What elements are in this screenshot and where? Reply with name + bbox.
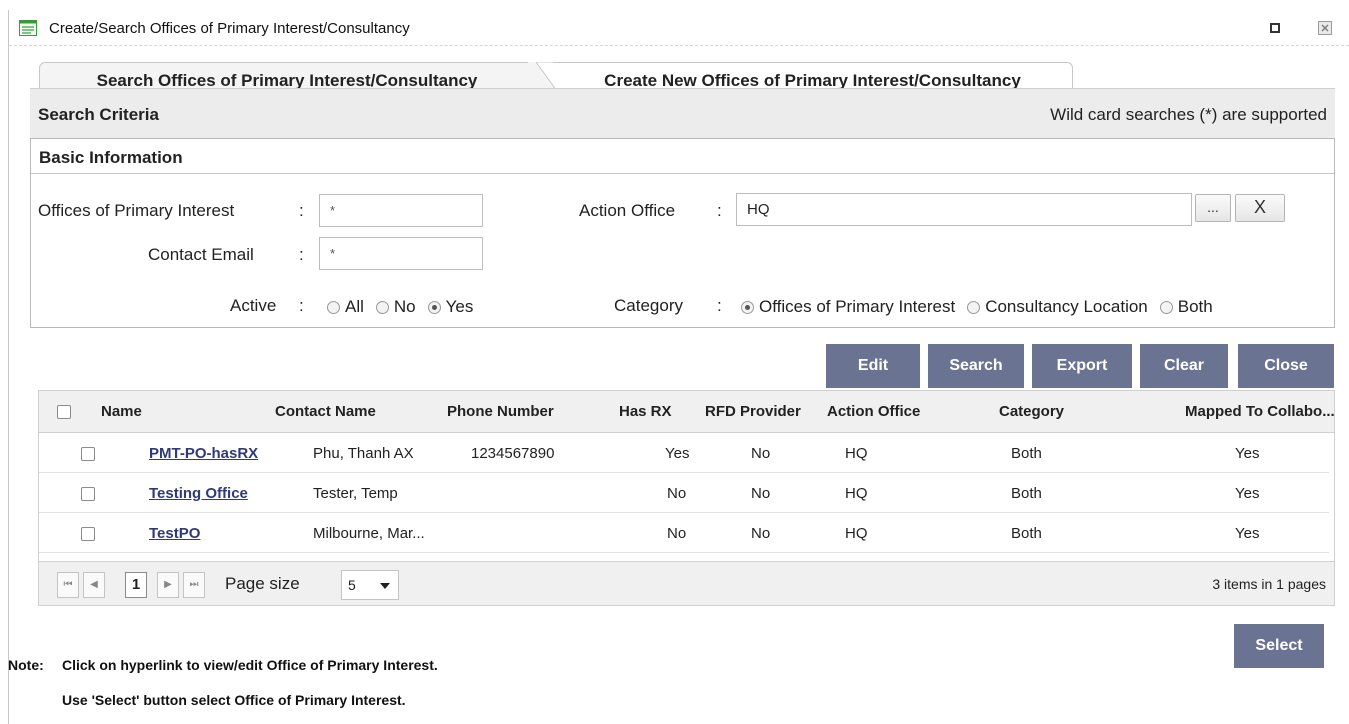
select-all-checkbox[interactable] — [57, 405, 71, 419]
search-criteria-header: Search Criteria Wild card searches (*) a… — [30, 88, 1335, 138]
cell-rfd: No — [751, 445, 771, 462]
radio-icon[interactable] — [327, 300, 340, 314]
cell-action-office: HQ — [845, 525, 868, 542]
active-radio-group: All No Yes — [327, 297, 479, 317]
grid-header: Name Contact Name Phone Number Has RX RF… — [39, 391, 1335, 433]
radio-selected-icon[interactable] — [741, 300, 754, 314]
action-office-label: Action Office — [579, 201, 676, 220]
radio-active-no[interactable]: No — [375, 297, 416, 317]
category-label: Category — [614, 296, 683, 315]
note-line-2: Use 'Select' button select Office of Pri… — [62, 692, 406, 708]
col-phone-number[interactable]: Phone Number — [447, 403, 554, 420]
cell-has-rx: Yes — [665, 445, 690, 462]
cell-phone: 1234567890 — [471, 445, 555, 462]
office-link[interactable]: Testing Office — [149, 485, 248, 502]
close-icon[interactable] — [1318, 21, 1332, 35]
pager: ⏮ ◀ 1 ▶ ⏭ Page size 5 3 items in 1 pages — [39, 561, 1334, 605]
office-link[interactable]: TestPO — [149, 525, 200, 542]
contact-email-input[interactable]: * — [319, 237, 483, 270]
radio-selected-icon[interactable] — [427, 300, 441, 314]
col-has-rx[interactable]: Has RX — [619, 403, 672, 420]
clear-button[interactable]: Clear — [1140, 344, 1228, 388]
opi-input[interactable]: * — [319, 194, 483, 227]
title-bar: Create/Search Offices of Primary Interes… — [9, 10, 1349, 46]
radio-category-consultancy[interactable]: Consultancy Location — [967, 297, 1148, 317]
cell-category: Both — [1011, 445, 1042, 462]
cell-has-rx: No — [667, 485, 687, 502]
results-grid: Name Contact Name Phone Number Has RX RF… — [38, 390, 1335, 606]
prev-page-icon[interactable]: ◀ — [83, 572, 105, 598]
last-page-icon[interactable]: ⏭ — [183, 572, 205, 598]
colon: : — [299, 296, 304, 315]
note-prefix: Note: — [8, 657, 44, 673]
cell-action-office: HQ — [845, 445, 868, 462]
table-row: Testing Office Tester, Temp No No HQ Bot… — [39, 475, 1329, 513]
col-action-office[interactable]: Action Office — [827, 403, 920, 420]
radio-icon[interactable] — [375, 300, 389, 314]
cell-contact: Milbourne, Mar... — [313, 525, 425, 542]
page-size-select[interactable]: 5 — [341, 570, 399, 600]
next-page-icon[interactable]: ▶ — [157, 572, 179, 598]
contact-email-label: Contact Email — [148, 245, 254, 264]
cell-rfd: No — [751, 525, 771, 542]
current-page[interactable]: 1 — [125, 572, 147, 598]
search-criteria-title: Search Criteria — [38, 105, 159, 124]
table-row: TestPO Milbourne, Mar... No No HQ Both Y… — [39, 515, 1329, 553]
first-page-icon[interactable]: ⏮ — [57, 572, 79, 598]
row-checkbox[interactable] — [81, 487, 95, 501]
active-label: Active — [230, 296, 277, 315]
close-button[interactable]: Close — [1238, 344, 1334, 388]
radio-icon[interactable] — [1159, 300, 1173, 314]
maximize-icon[interactable] — [1268, 21, 1282, 35]
cell-category: Both — [1011, 525, 1042, 542]
edit-button[interactable]: Edit — [826, 344, 920, 388]
row-checkbox[interactable] — [81, 527, 95, 541]
office-link[interactable]: PMT-PO-hasRX — [149, 445, 258, 462]
window-title: Create/Search Offices of Primary Interes… — [49, 20, 410, 37]
cell-has-rx: No — [667, 525, 687, 542]
list-icon — [19, 20, 37, 36]
radio-category-both[interactable]: Both — [1159, 297, 1213, 317]
col-category[interactable]: Category — [999, 403, 1064, 420]
cell-rfd: No — [751, 485, 771, 502]
radio-active-all[interactable]: All — [327, 297, 364, 317]
browse-button[interactable]: ... — [1195, 194, 1231, 222]
action-office-input[interactable]: HQ — [736, 193, 1192, 226]
select-button[interactable]: Select — [1234, 624, 1324, 668]
page-size-label: Page size — [225, 574, 300, 593]
cell-mapped: Yes — [1235, 525, 1260, 542]
cell-category: Both — [1011, 485, 1042, 502]
category-radio-group: Offices of Primary Interest Consultancy … — [741, 297, 1219, 317]
col-contact-name[interactable]: Contact Name — [275, 403, 376, 420]
search-button[interactable]: Search — [928, 344, 1024, 388]
cell-contact: Tester, Temp — [313, 485, 398, 502]
radio-category-opi[interactable]: Offices of Primary Interest — [741, 297, 955, 317]
colon: : — [717, 296, 722, 315]
table-row: PMT-PO-hasRX Phu, Thanh AX 1234567890 Ye… — [39, 435, 1329, 473]
chevron-down-icon — [380, 583, 390, 589]
note-line-1: Click on hyperlink to view/edit Office o… — [62, 657, 438, 673]
cell-action-office: HQ — [845, 485, 868, 502]
cell-contact: Phu, Thanh AX — [313, 445, 414, 462]
col-rfd-provider[interactable]: RFD Provider — [705, 403, 801, 420]
radio-active-yes[interactable]: Yes — [427, 297, 473, 317]
cell-mapped: Yes — [1235, 445, 1260, 462]
wildcard-hint: Wild card searches (*) are supported — [1050, 105, 1327, 124]
col-mapped-to-collaboration[interactable]: Mapped To Collabo... — [1185, 403, 1335, 420]
basic-information-title: Basic Information — [31, 139, 1334, 174]
radio-icon[interactable] — [967, 300, 981, 314]
colon: : — [717, 201, 722, 220]
opi-label: Offices of Primary Interest — [38, 201, 235, 220]
basic-information-panel: Basic Information Offices of Primary Int… — [30, 138, 1335, 328]
export-button[interactable]: Export — [1032, 344, 1132, 388]
row-checkbox[interactable] — [81, 447, 95, 461]
colon: : — [299, 201, 304, 220]
clear-office-button[interactable]: X — [1235, 194, 1285, 222]
cell-mapped: Yes — [1235, 485, 1260, 502]
pager-info: 3 items in 1 pages — [1212, 576, 1326, 592]
colon: : — [299, 245, 304, 264]
col-name[interactable]: Name — [101, 403, 142, 420]
